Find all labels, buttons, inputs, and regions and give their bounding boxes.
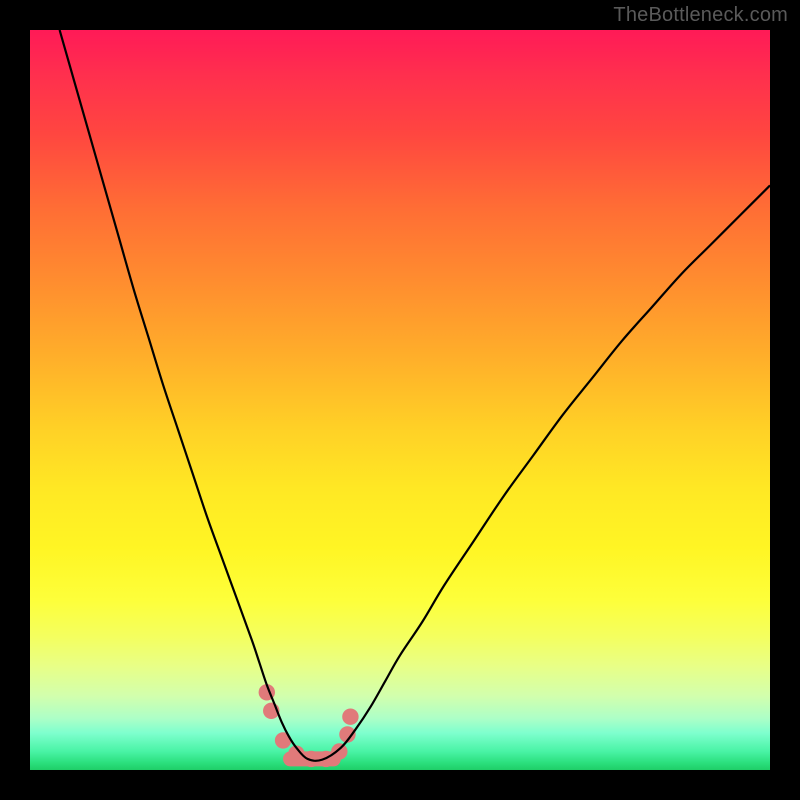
plot-area: [30, 30, 770, 770]
bottleneck-curve: [60, 30, 770, 761]
marker-group: [259, 684, 359, 767]
chart-frame: TheBottleneck.com: [0, 0, 800, 800]
chart-svg: [30, 30, 770, 770]
watermark-text: TheBottleneck.com: [613, 4, 788, 27]
marker-dot: [342, 709, 358, 725]
marker-dot: [331, 743, 347, 759]
